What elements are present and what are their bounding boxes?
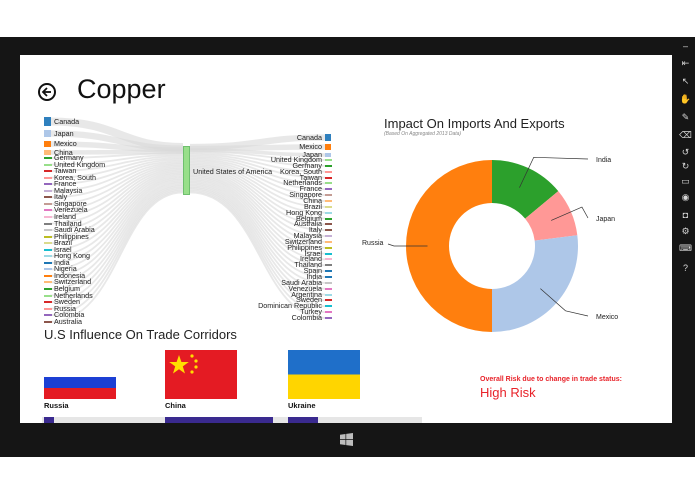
exporter-node[interactable] [325,159,332,161]
importer-node[interactable] [44,222,52,225]
pin-icon[interactable]: ⇤ [676,57,695,69]
exporter-node[interactable] [325,276,332,278]
exporter-node[interactable] [325,176,332,179]
hand-icon[interactable]: ✋ [676,93,695,105]
importer-node[interactable] [44,202,52,205]
exporter-node[interactable] [325,287,332,290]
importer-node[interactable] [44,255,52,258]
importer-node[interactable] [44,176,52,179]
importer-node[interactable] [44,294,52,297]
importer-node[interactable] [44,307,52,310]
exporter-node[interactable] [325,223,332,226]
importer-label: Mexico [54,139,77,148]
exporter-node[interactable] [325,240,332,243]
donut-label-mexico: Mexico [596,314,619,321]
importer-node[interactable] [44,209,52,212]
exporter-node[interactable] [325,164,332,167]
importer-node[interactable] [44,235,52,238]
exporter-node[interactable] [325,311,332,314]
rotate-left-icon[interactable]: ↺ [676,146,695,158]
exporter-node[interactable] [325,194,332,197]
importer-node[interactable] [44,141,51,147]
screen-icon[interactable]: ▭ [676,175,695,187]
importer-node[interactable] [44,274,52,277]
importer-label: Australia [54,316,82,326]
donut-label-japan: Japan [596,216,616,223]
importer-node[interactable] [44,196,52,199]
exporter-label: Colombia [291,312,322,322]
exporter-node[interactable] [325,299,332,302]
exporter-node[interactable] [325,182,332,185]
importer-node[interactable] [44,170,52,173]
donut-label-russia: Russia [362,240,384,247]
eraser-icon[interactable]: ⌫ [676,129,695,141]
importer-node[interactable] [44,261,52,264]
windows-start-button[interactable] [340,433,353,446]
importer-node[interactable] [44,189,52,192]
importer-node[interactable] [44,157,52,159]
importer-node[interactable] [44,301,52,304]
importer-node[interactable] [44,320,52,323]
exporter-node[interactable] [325,211,332,214]
pen-icon[interactable]: ✎ [676,111,695,123]
exporter-label: Canada [296,132,322,142]
importer-node[interactable] [44,163,52,166]
exporter-node[interactable] [325,246,332,249]
exporter-node[interactable] [325,144,331,150]
help-icon[interactable]: ? [676,262,695,274]
exporter-node[interactable] [325,153,331,157]
importer-node[interactable] [44,229,52,232]
exporter-node[interactable] [325,205,332,208]
pointer-icon[interactable]: ↖ [676,75,695,87]
exporter-node[interactable] [325,170,332,173]
keyboard-icon[interactable]: ⌨ [676,242,695,254]
rotate-right-icon[interactable]: ↻ [676,160,695,172]
importer-node[interactable] [44,242,52,245]
exporter-node[interactable] [325,252,332,255]
exporter-node[interactable] [325,188,332,191]
exporter-node[interactable] [325,258,332,261]
exporter-node[interactable] [325,293,332,296]
exporter-node[interactable] [325,229,332,232]
importer-node[interactable] [44,248,52,251]
exporter-node[interactable] [325,134,331,141]
importer-node[interactable] [44,215,52,218]
risk-label: Overall Risk due to change in trade stat… [480,376,622,383]
exporter-node[interactable] [325,264,332,267]
settings-icon[interactable]: ⚙ [676,225,695,237]
record-icon[interactable]: ◉ [676,191,695,203]
risk-value: High Risk [480,385,536,400]
app-screen: Copper United States of America U.S Infl… [20,55,672,423]
importer-node[interactable] [44,288,52,290]
importer-node[interactable] [44,268,52,271]
impact-donut-chart [387,156,589,332]
importer-label: Japan [54,128,74,138]
simulator-toolbar: – ⇤ ↖ ✋ ✎ ⌫ ↺ ↻ ▭ ◉ ◘ ⚙ ⌨? [676,37,695,294]
importer-node[interactable] [44,150,51,155]
importer-node[interactable] [44,117,51,126]
importer-node[interactable] [44,130,51,137]
exporter-node[interactable] [325,217,332,220]
donut-label-india: India [596,157,612,164]
exporter-node[interactable] [325,270,332,273]
importer-node[interactable] [44,281,52,284]
exporter-node[interactable] [325,305,332,308]
exporter-node[interactable] [325,235,332,238]
importer-node[interactable] [44,314,52,317]
camera-icon[interactable]: ◘ [676,209,695,221]
minimize-icon[interactable]: – [676,40,695,52]
importer-label: Canada [54,116,80,126]
donut-slice-mexico[interactable] [492,235,578,332]
exporter-node[interactable] [325,281,332,284]
importer-node[interactable] [44,183,52,186]
exporter-node[interactable] [325,199,332,202]
exporter-node[interactable] [325,316,332,319]
